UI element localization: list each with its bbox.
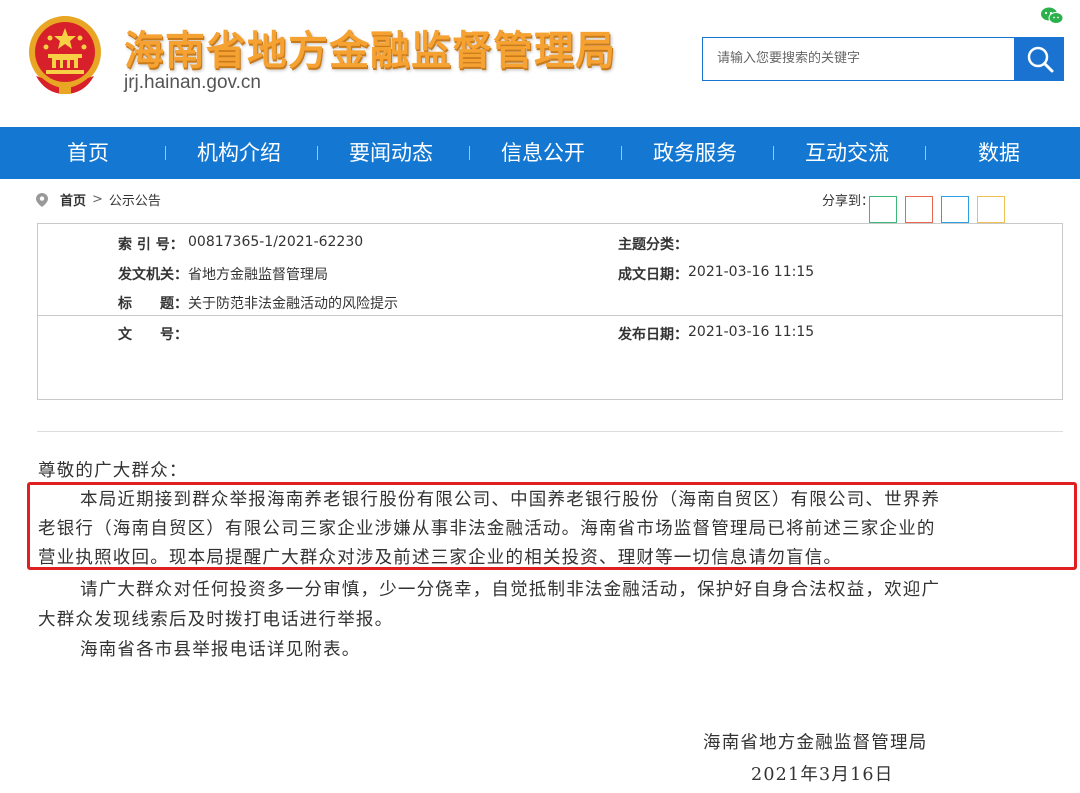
share-qq-button[interactable] (941, 196, 969, 223)
issuer-value: 省地方金融监督管理局 (188, 267, 328, 283)
nav-separator (621, 146, 622, 160)
nav-item-home[interactable]: 首页 (67, 127, 109, 179)
main-nav: 首页 机构介绍 要闻动态 信息公开 政务服务 互动交流 数据 (0, 127, 1080, 179)
share-qzone-button[interactable] (977, 196, 1005, 223)
title-value: 关于防范非法金融活动的风险提示 (188, 296, 398, 312)
paragraph-1-line-2: 老银行（海南自贸区）有限公司三家企业涉嫌从事非法金融活动。海南省市场监督管理局已… (38, 519, 936, 539)
breadcrumb-home[interactable]: 首页 (60, 190, 86, 209)
nav-separator (317, 146, 318, 160)
info-divider (37, 315, 1063, 316)
salutation: 尊敬的广大群众： (38, 461, 188, 481)
share-weibo-button[interactable] (905, 196, 933, 223)
nav-item-news[interactable]: 要闻动态 (349, 127, 433, 179)
published-date-label: 发布日期： (618, 327, 688, 343)
nav-separator (469, 146, 470, 160)
search-button[interactable] (1015, 37, 1064, 81)
nav-item-data[interactable]: 数据 (978, 127, 1020, 179)
nav-item-interaction[interactable]: 互动交流 (805, 127, 889, 179)
search-input[interactable]: 请输入您要搜索的关键字 (702, 37, 1015, 81)
index-label: 索 引 号： (118, 237, 184, 253)
signature-date: 2021年3月16日 (751, 765, 894, 785)
search-icon (1027, 46, 1053, 73)
nav-item-about[interactable]: 机构介绍 (197, 127, 281, 179)
paragraph-1-line-1: 本局近期接到群众举报海南养老银行股份有限公司、中国养老银行股份（海南自贸区）有限… (80, 490, 941, 510)
index-value: 00817365-1/2021-62230 (188, 234, 364, 250)
breadcrumb-separator: > (92, 192, 103, 207)
created-date-value: 2021-03-16 11:15 (688, 264, 815, 280)
paragraph-2-line-2: 大群众发现线索后及时拨打电话进行举报。 (38, 610, 394, 630)
category-label: 主题分类： (618, 237, 688, 253)
location-pin-icon (36, 192, 48, 207)
site-domain: jrj.hainan.gov.cn (124, 72, 261, 93)
paragraph-1-line-3: 营业执照收回。现本局提醒广大群众对涉及前述三家企业的相关投资、理财等一切信息请勿… (38, 548, 843, 568)
paragraph-2-line-1: 请广大群众对任何投资多一分审慎，少一分侥幸，自觉抵制非法金融活动，保护好自身合法… (80, 580, 941, 600)
doc-number-label: 文 号： (118, 327, 188, 343)
site-header: 海南省地方金融监督管理局 jrj.hainan.gov.cn 请输入您要搜索的关… (0, 0, 1080, 127)
published-date-value: 2021-03-16 11:15 (688, 324, 815, 340)
national-emblem-icon (29, 16, 101, 94)
issuer-label: 发文机关： (118, 267, 188, 283)
signature: 海南省地方金融监督管理局 (703, 733, 928, 753)
site-title[interactable]: 海南省地方金融监督管理局 (124, 18, 616, 76)
nav-item-services[interactable]: 政务服务 (653, 127, 737, 179)
breadcrumb: 首页 > 公示公告 (36, 190, 161, 209)
created-date-label: 成文日期： (618, 267, 688, 283)
breadcrumb-current[interactable]: 公示公告 (109, 190, 161, 209)
nav-separator (925, 146, 926, 160)
nav-separator (773, 146, 774, 160)
content-divider (37, 431, 1063, 432)
nav-separator (165, 146, 166, 160)
share-wechat-button[interactable] (869, 196, 897, 223)
paragraph-3: 海南省各市县举报电话详见附表。 (80, 640, 361, 660)
title-label: 标 题： (118, 296, 188, 312)
nav-item-disclosure[interactable]: 信息公开 (501, 127, 585, 179)
wechat-icon[interactable] (1040, 6, 1064, 26)
share-label: 分享到： (822, 194, 875, 209)
